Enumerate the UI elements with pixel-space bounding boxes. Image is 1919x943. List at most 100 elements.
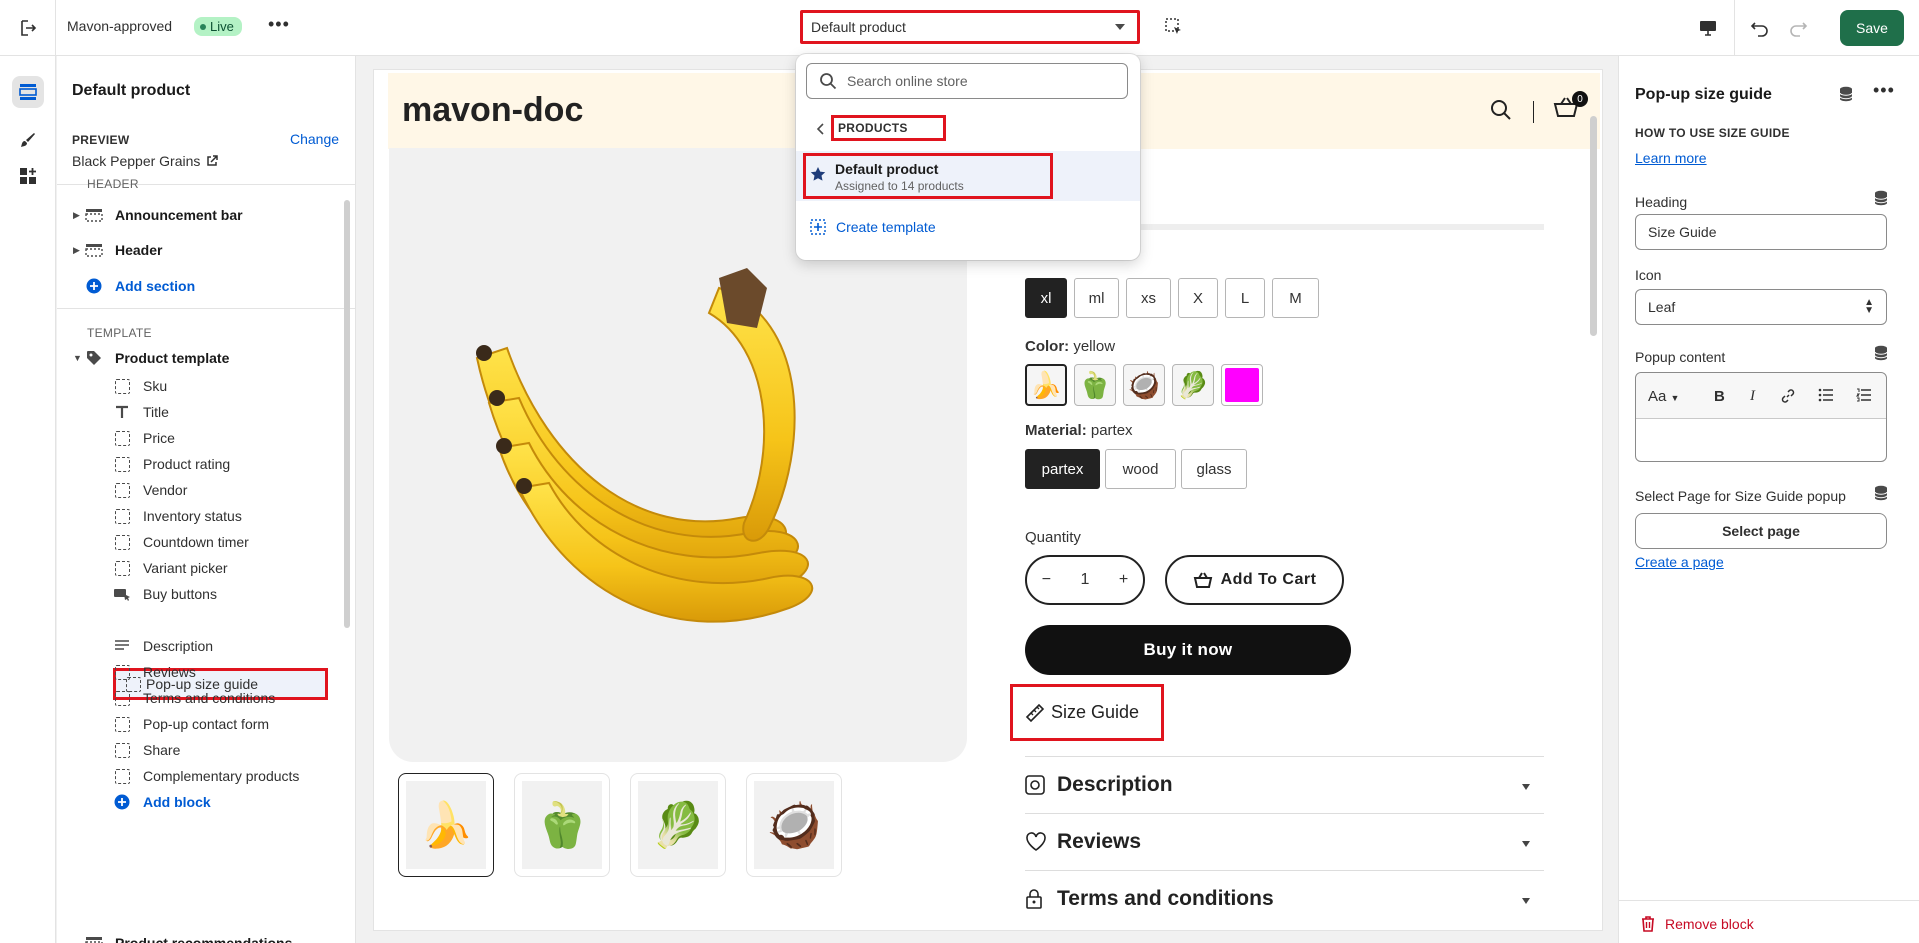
block-terms-and-conditions[interactable]: Terms and conditions xyxy=(57,685,347,711)
panel-scrollbar[interactable] xyxy=(344,200,350,628)
block-variant-picker[interactable]: Variant picker xyxy=(57,555,347,581)
thumbnail[interactable]: 🫑 xyxy=(514,773,610,877)
preview-product[interactable]: Black Pepper Grains xyxy=(72,153,219,169)
redo-button[interactable] xyxy=(1780,0,1816,56)
italic-button[interactable]: I xyxy=(1750,388,1755,405)
size-option[interactable]: ml xyxy=(1074,278,1119,318)
icon-select[interactable]: Leaf ▲ ▼ xyxy=(1635,289,1887,325)
block-icon xyxy=(113,768,131,784)
store-logo[interactable]: mavon-doc xyxy=(402,91,583,130)
section-product-recommendations[interactable]: Product recommendations xyxy=(57,930,347,943)
quantity-increase-button[interactable]: + xyxy=(1119,571,1128,589)
dynamic-source-button[interactable] xyxy=(1874,345,1888,364)
icon-select-value: Leaf xyxy=(1648,299,1676,315)
learn-more-link[interactable]: Learn more xyxy=(1635,150,1707,166)
remove-block-button[interactable]: Remove block xyxy=(1641,916,1754,932)
add-to-cart-button[interactable]: Add To Cart xyxy=(1165,555,1344,605)
device-preview-button[interactable] xyxy=(1688,0,1728,56)
size-option[interactable]: xl xyxy=(1025,278,1067,318)
material-options: partex wood glass xyxy=(1025,449,1247,489)
theme-settings-nav-button[interactable] xyxy=(12,124,44,156)
thumbnail[interactable]: 🥥 xyxy=(746,773,842,877)
accordion-label: Reviews xyxy=(1057,829,1142,853)
bold-button[interactable]: B xyxy=(1714,388,1725,405)
create-template-button[interactable]: Create template xyxy=(810,219,936,235)
dynamic-source-button[interactable] xyxy=(1874,190,1888,209)
buy-it-now-button[interactable]: Buy it now xyxy=(1025,625,1351,675)
heading-input[interactable]: Size Guide xyxy=(1635,214,1887,250)
quantity-decrease-button[interactable]: − xyxy=(1042,571,1051,589)
dynamic-source-button[interactable] xyxy=(1874,485,1888,504)
block-buy-buttons[interactable]: Buy buttons xyxy=(57,581,347,607)
block-pop-up-contact-form[interactable]: Pop-up contact form xyxy=(57,711,347,737)
material-option[interactable]: wood xyxy=(1105,449,1176,489)
divider xyxy=(57,308,355,309)
section-announcement-bar[interactable]: ▶ Announcement bar xyxy=(57,202,347,228)
swatch-banana[interactable]: 🍌 xyxy=(1025,364,1067,406)
save-button[interactable]: Save xyxy=(1840,10,1904,46)
inspector-button[interactable] xyxy=(1164,17,1184,40)
dynamic-source-button[interactable] xyxy=(1839,86,1853,105)
undo-button[interactable] xyxy=(1742,0,1778,56)
buy-buttons-icon xyxy=(113,586,131,602)
accordion-terms[interactable]: Terms and conditions xyxy=(1025,870,1544,926)
numbered-list-button[interactable] xyxy=(1855,388,1872,406)
accordion-reviews[interactable]: Reviews xyxy=(1025,813,1544,869)
swatch-magenta[interactable] xyxy=(1221,364,1263,406)
template-select[interactable]: Default product xyxy=(800,10,1140,44)
paintbrush-icon xyxy=(21,133,35,147)
material-option[interactable]: partex xyxy=(1025,449,1100,489)
size-option[interactable]: L xyxy=(1225,278,1265,318)
add-block-button[interactable]: Add block xyxy=(57,789,347,815)
quantity-value[interactable]: 1 xyxy=(1081,571,1090,589)
block-countdown-timer[interactable]: Countdown timer xyxy=(57,529,347,555)
block-vendor[interactable]: Vendor xyxy=(57,477,347,503)
block-price[interactable]: Price xyxy=(57,425,347,451)
bullet-list-icon xyxy=(1818,388,1833,402)
sections-nav-button[interactable] xyxy=(12,76,44,108)
accordion-description[interactable]: Description xyxy=(1025,756,1544,812)
block-title[interactable]: Title xyxy=(57,399,347,425)
font-style-button[interactable]: Aa ▼ xyxy=(1648,388,1679,405)
block-label: Product rating xyxy=(143,456,231,472)
swatch-greens[interactable]: 🥬 xyxy=(1172,364,1214,406)
block-share[interactable]: Share xyxy=(57,737,347,763)
section-header[interactable]: ▶ Header xyxy=(57,237,347,263)
more-actions-button[interactable]: ••• xyxy=(1873,80,1895,101)
template-dropdown: Search online store PRODUCTS Default pro… xyxy=(796,54,1140,260)
template-search-input[interactable]: Search online store xyxy=(806,63,1128,99)
swatch-coconut[interactable]: 🥥 xyxy=(1123,364,1165,406)
exit-button[interactable] xyxy=(0,0,56,56)
block-description[interactable]: Description xyxy=(57,633,347,659)
search-button[interactable] xyxy=(1490,99,1512,124)
thumbnail-image: 🥬 xyxy=(638,781,718,869)
size-option[interactable]: M xyxy=(1272,278,1319,318)
material-option[interactable]: glass xyxy=(1181,449,1247,489)
size-option[interactable]: X xyxy=(1178,278,1218,318)
header-group-label: HEADER xyxy=(87,177,139,191)
thumbnail[interactable]: 🥬 xyxy=(630,773,726,877)
back-button[interactable] xyxy=(816,122,826,138)
block-sku[interactable]: Sku xyxy=(57,373,347,399)
preview-scrollbar[interactable] xyxy=(1590,116,1597,336)
add-to-cart-label: Add To Cart xyxy=(1220,571,1317,588)
thumbnail[interactable]: 🍌 xyxy=(398,773,494,877)
block-inventory-status[interactable]: Inventory status xyxy=(57,503,347,529)
size-guide-button[interactable]: Size Guide xyxy=(1010,684,1164,741)
more-actions-button[interactable]: ••• xyxy=(268,14,290,35)
bullet-list-button[interactable] xyxy=(1818,388,1834,406)
block-product-rating[interactable]: Product rating xyxy=(57,451,347,477)
swatch-pepper[interactable]: 🫑 xyxy=(1074,364,1116,406)
size-option[interactable]: xs xyxy=(1126,278,1171,318)
select-page-button[interactable]: Select page xyxy=(1635,513,1887,549)
caret-down-icon xyxy=(1522,841,1530,847)
change-preview-link[interactable]: Change xyxy=(290,131,339,147)
add-section-button[interactable]: Add section xyxy=(57,273,347,299)
link-button[interactable] xyxy=(1780,388,1796,408)
block-label: Pop-up contact form xyxy=(143,716,270,732)
block-reviews[interactable]: Reviews xyxy=(57,659,347,685)
block-complementary-products[interactable]: Complementary products xyxy=(57,763,347,789)
section-product-template[interactable]: ▼ Product template xyxy=(57,345,347,371)
apps-nav-button[interactable] xyxy=(12,160,44,192)
create-page-link[interactable]: Create a page xyxy=(1635,554,1724,570)
